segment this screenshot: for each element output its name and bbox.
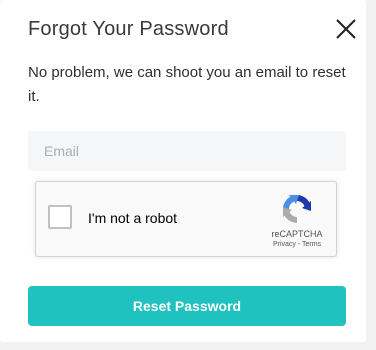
- email-input[interactable]: [28, 131, 346, 171]
- recaptcha-terms-link[interactable]: Terms: [302, 241, 321, 248]
- recaptcha-widget: I'm not a robot reCAPTCHA Privacy - Term…: [35, 181, 337, 257]
- modal-description: No problem, we can shoot you an email to…: [28, 64, 346, 105]
- recaptcha-label: I'm not a robot: [88, 210, 178, 226]
- recaptcha-checkbox[interactable]: [48, 205, 72, 229]
- close-button[interactable]: [334, 17, 358, 41]
- recaptcha-privacy-link[interactable]: Privacy: [273, 241, 296, 248]
- forgot-password-modal: Forgot Your Password No problem, we can …: [0, 0, 366, 342]
- reset-password-button[interactable]: Reset Password: [28, 286, 346, 326]
- close-icon: [336, 19, 356, 39]
- recaptcha-brand: reCAPTCHA: [271, 229, 323, 239]
- modal-title: Forgot Your Password: [28, 18, 229, 40]
- recaptcha-links: Privacy - Terms: [258, 241, 336, 248]
- recaptcha-logo-icon: [283, 195, 311, 223]
